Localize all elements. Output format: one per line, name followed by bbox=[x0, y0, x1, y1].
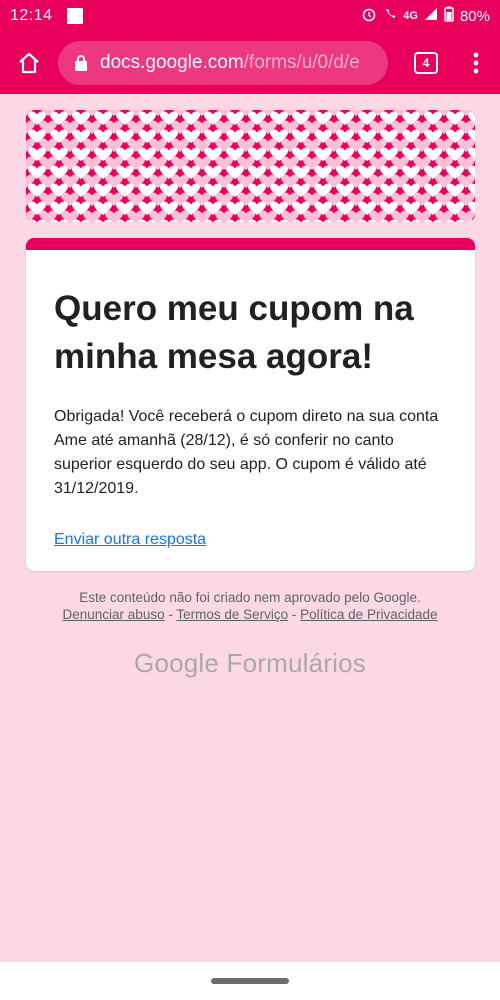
battery-level: 80% bbox=[459, 7, 490, 25]
home-gesture-pill[interactable] bbox=[211, 978, 289, 984]
alarm-icon bbox=[361, 6, 377, 26]
form-title: Quero meu cupom na minha mesa agora! bbox=[54, 289, 414, 376]
privacy-link[interactable]: Política de Privacidade bbox=[300, 607, 437, 622]
url-bar[interactable]: docs.google.com/forms/u/0/d/e bbox=[58, 41, 388, 85]
wifi-call-icon bbox=[383, 7, 397, 25]
confirmation-message: Obrigada! Você receberá o cupom direto n… bbox=[54, 408, 439, 497]
confirmation-card: Quero meu cupom na minha mesa agora! Obr… bbox=[26, 238, 475, 571]
brand-product: Formulários bbox=[226, 648, 366, 678]
url-domain: docs.google.com bbox=[100, 52, 244, 73]
signal-icon bbox=[424, 7, 438, 25]
url-text: docs.google.com/forms/u/0/d/e bbox=[100, 52, 360, 74]
url-path: /forms/u/0/d/e bbox=[243, 52, 360, 73]
home-icon bbox=[19, 52, 39, 74]
tab-count: 4 bbox=[414, 52, 438, 74]
notification-icon bbox=[66, 8, 83, 24]
status-bar: 12:14 4G 80% bbox=[0, 0, 500, 32]
browser-toolbar: docs.google.com/forms/u/0/d/e 4 bbox=[0, 32, 500, 94]
card-accent-bar bbox=[26, 238, 475, 250]
status-indicators: 4G 80% bbox=[361, 6, 490, 26]
google-forms-logo[interactable]: Google Formulários bbox=[0, 648, 500, 679]
home-button[interactable] bbox=[0, 32, 58, 94]
status-time: 12:14 bbox=[10, 7, 53, 24]
terms-link[interactable]: Termos de Serviço bbox=[176, 607, 288, 622]
lock-icon bbox=[70, 54, 92, 72]
more-vert-icon bbox=[473, 52, 479, 74]
system-navigation-bar bbox=[0, 962, 500, 1000]
hearts-pattern bbox=[26, 110, 475, 222]
form-header-image bbox=[26, 110, 475, 222]
network-type: 4G bbox=[403, 10, 418, 22]
footer-links: Denunciar abuso - Termos de Serviço - Po… bbox=[0, 607, 500, 622]
brand-google: Google bbox=[134, 648, 220, 678]
report-abuse-link[interactable]: Denunciar abuso bbox=[63, 607, 165, 622]
footer-separator: - bbox=[164, 607, 177, 622]
battery-icon bbox=[444, 6, 454, 26]
footer-disclaimer: Este conteúdo não foi criado nem aprovad… bbox=[79, 590, 421, 605]
submit-another-response-link[interactable]: Enviar outra resposta bbox=[54, 531, 206, 549]
tab-switcher-button[interactable]: 4 bbox=[394, 32, 458, 94]
overflow-menu-button[interactable] bbox=[458, 32, 494, 94]
footer-separator: - bbox=[288, 607, 301, 622]
